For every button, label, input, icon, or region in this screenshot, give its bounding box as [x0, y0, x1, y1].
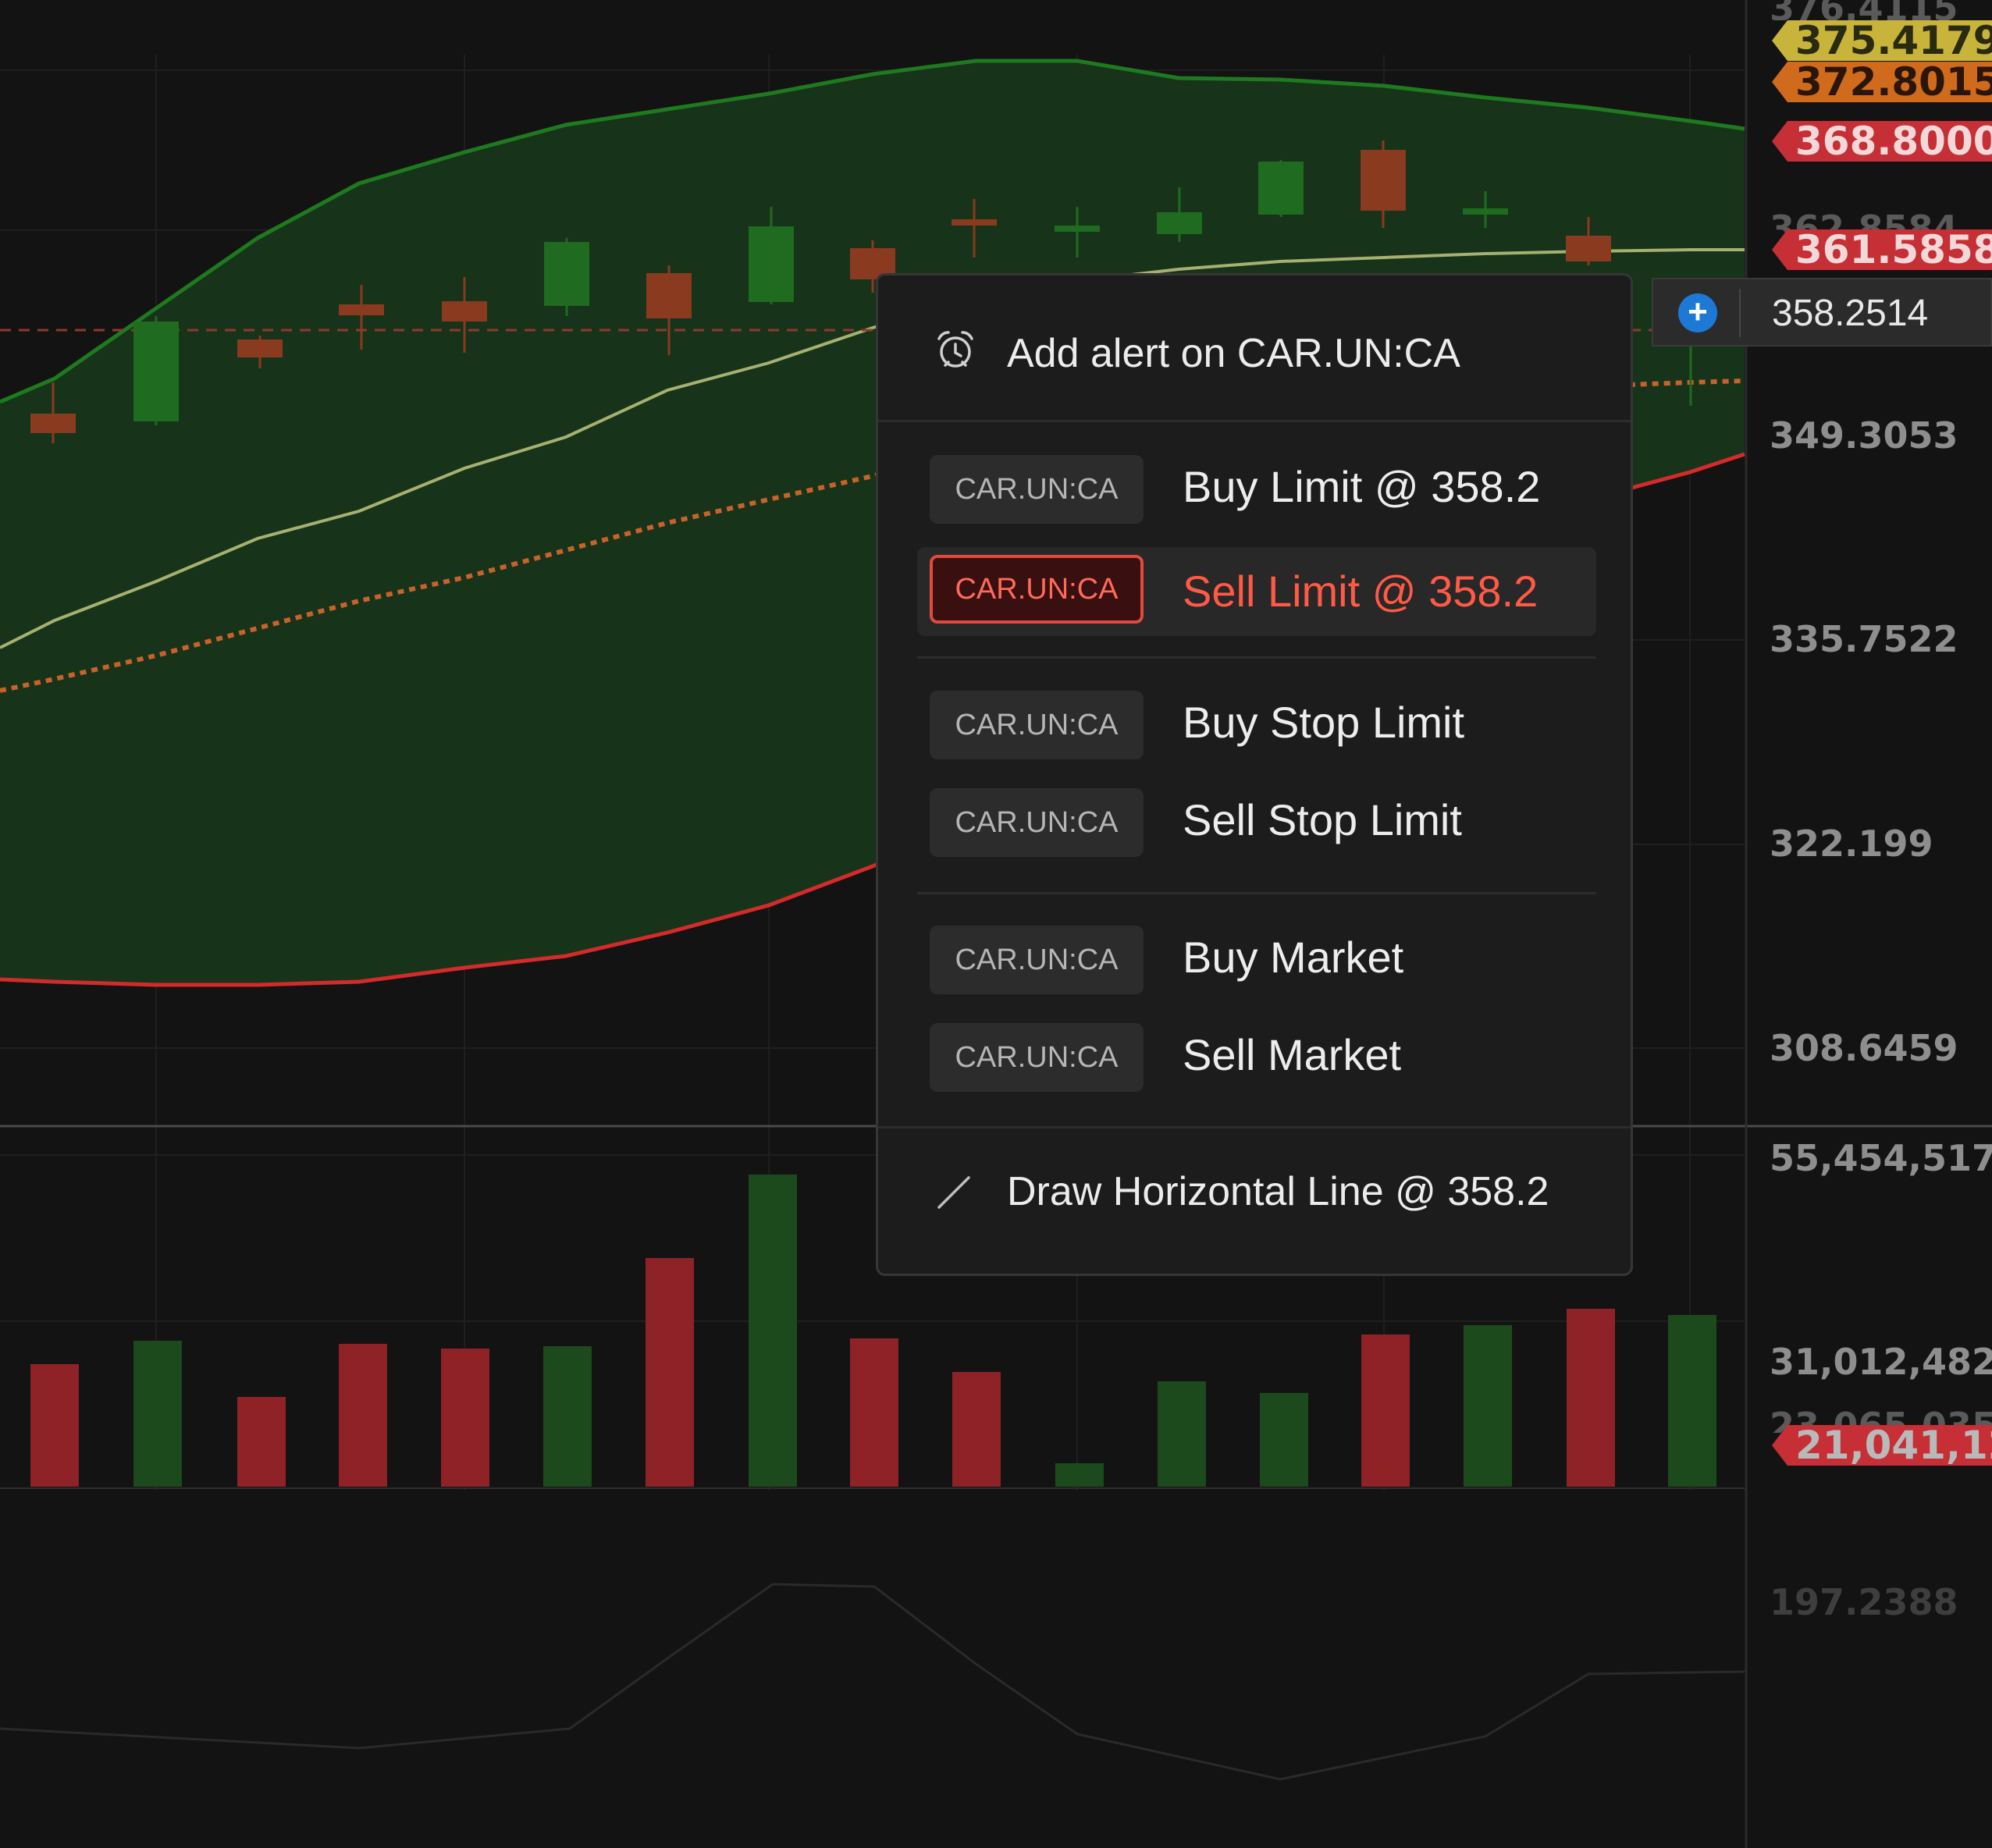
- candle-body: [237, 339, 283, 357]
- alarm-clock-icon: [937, 331, 973, 368]
- volume-bar: [133, 1341, 182, 1487]
- volume-bar: [1260, 1393, 1308, 1487]
- buy-stop-limit-item[interactable]: CAR.UN:CA Buy Stop Limit: [917, 683, 1596, 767]
- volume-axis-label: 31,012,482.10: [1770, 1341, 1992, 1383]
- volume-bar: [30, 1364, 79, 1487]
- symbol-chip: CAR.UN:CA: [930, 788, 1144, 857]
- indicator-line-path: [0, 1583, 1745, 1781]
- add-order-plus-icon[interactable]: +: [1678, 293, 1717, 332]
- buy-limit-label: Buy Limit @ 358.2: [1183, 462, 1541, 511]
- volume-bar: [441, 1349, 489, 1487]
- candle-body: [30, 414, 76, 433]
- draw-horizontal-line-label: Draw Horizontal Line @ 358.2: [1007, 1169, 1549, 1214]
- sell-market-item[interactable]: CAR.UN:CA Sell Market: [917, 1015, 1596, 1100]
- symbol-chip: CAR.UN:CA: [930, 691, 1144, 759]
- axis-label: 322.199: [1770, 823, 1933, 865]
- volume-bar: [952, 1372, 1001, 1487]
- price-tag-close: 361.5858: [1772, 229, 1992, 270]
- line-tool-icon: [937, 1176, 970, 1209]
- volume-bar: [543, 1346, 592, 1487]
- candle-body: [749, 226, 794, 302]
- volume-bar: [749, 1175, 797, 1487]
- sell-stop-limit-item[interactable]: CAR.UN:CA Sell Stop Limit: [917, 780, 1596, 865]
- candle-body: [133, 322, 179, 421]
- volume-bar: [339, 1344, 387, 1487]
- candle-body: [1566, 236, 1611, 261]
- draw-horizontal-line-item[interactable]: Draw Horizontal Line @ 358.2: [878, 1142, 1631, 1243]
- buy-market-label: Buy Market: [1183, 933, 1404, 982]
- sell-limit-item[interactable]: CAR.UN:CA Sell Limit @ 358.2: [917, 547, 1596, 636]
- axis-label: 362.8584: [1770, 209, 1958, 233]
- candle-body: [339, 304, 384, 315]
- buy-limit-item[interactable]: CAR.UN:CA Buy Limit @ 358.2: [917, 447, 1596, 531]
- volume-bar: [1668, 1315, 1716, 1487]
- axis-label: 376.4115: [1770, 0, 1958, 20]
- indicator-line: [0, 1583, 1745, 1781]
- candle-body: [1258, 162, 1304, 215]
- crosshair-price-box: + 358.2514: [1652, 278, 1992, 346]
- buy-stop-limit-label: Buy Stop Limit: [1183, 698, 1465, 747]
- axis-label: 335.7522: [1770, 618, 1958, 660]
- candle-body: [952, 219, 997, 226]
- candle-body: [1361, 150, 1406, 211]
- volume-tag: 21,041,126: [1772, 1425, 1992, 1466]
- chart-context-menu: Add alert on CAR.UN:CA CAR.UN:CA Buy Lim…: [876, 273, 1633, 1276]
- candle-body: [1157, 212, 1202, 234]
- candle-body: [544, 242, 589, 306]
- menu-divider: [917, 892, 1596, 894]
- candle-body: [1055, 226, 1100, 232]
- indicator-axis-label: 197.2388: [1770, 1581, 1958, 1623]
- volume-bar: [1361, 1334, 1410, 1487]
- volume-bar: [850, 1338, 898, 1487]
- axis-label: 308.6459: [1770, 1027, 1958, 1069]
- symbol-chip-active: CAR.UN:CA: [930, 555, 1144, 624]
- volume-axis-label: 55,454,517.09: [1770, 1137, 1992, 1179]
- sell-market-label: Sell Market: [1183, 1030, 1402, 1079]
- volume-bar: [1464, 1325, 1512, 1487]
- menu-divider: [878, 420, 1631, 422]
- add-alert-item[interactable]: Add alert on CAR.UN:CA: [878, 307, 1631, 400]
- menu-divider: [917, 656, 1596, 659]
- symbol-chip: CAR.UN:CA: [930, 1023, 1144, 1092]
- sell-stop-limit-label: Sell Stop Limit: [1183, 795, 1462, 844]
- volume-bar: [1158, 1381, 1206, 1487]
- price-tag-upper-band: 375.4179: [1772, 20, 1992, 61]
- candle-body: [646, 273, 692, 318]
- candle-body: [442, 301, 487, 322]
- symbol-chip: CAR.UN:CA: [930, 455, 1144, 524]
- volume-bar: [1567, 1309, 1615, 1487]
- volume-bar: [1055, 1463, 1104, 1487]
- divider: [1739, 289, 1741, 337]
- crosshair-price: 358.2514: [1772, 293, 1929, 334]
- axis-label: 349.3053: [1770, 414, 1958, 457]
- price-tag-last: 368.8000: [1772, 121, 1992, 162]
- sell-limit-label: Sell Limit @ 358.2: [1183, 567, 1538, 616]
- volume-bar: [237, 1397, 286, 1487]
- menu-divider: [878, 1126, 1631, 1128]
- candle-body: [1463, 208, 1508, 215]
- price-tag-ema: 372.8015: [1772, 62, 1992, 102]
- symbol-chip: CAR.UN:CA: [930, 926, 1144, 994]
- buy-market-item[interactable]: CAR.UN:CA Buy Market: [917, 918, 1596, 1002]
- add-alert-label: Add alert on CAR.UN:CA: [1007, 331, 1460, 376]
- volume-bar: [646, 1258, 694, 1487]
